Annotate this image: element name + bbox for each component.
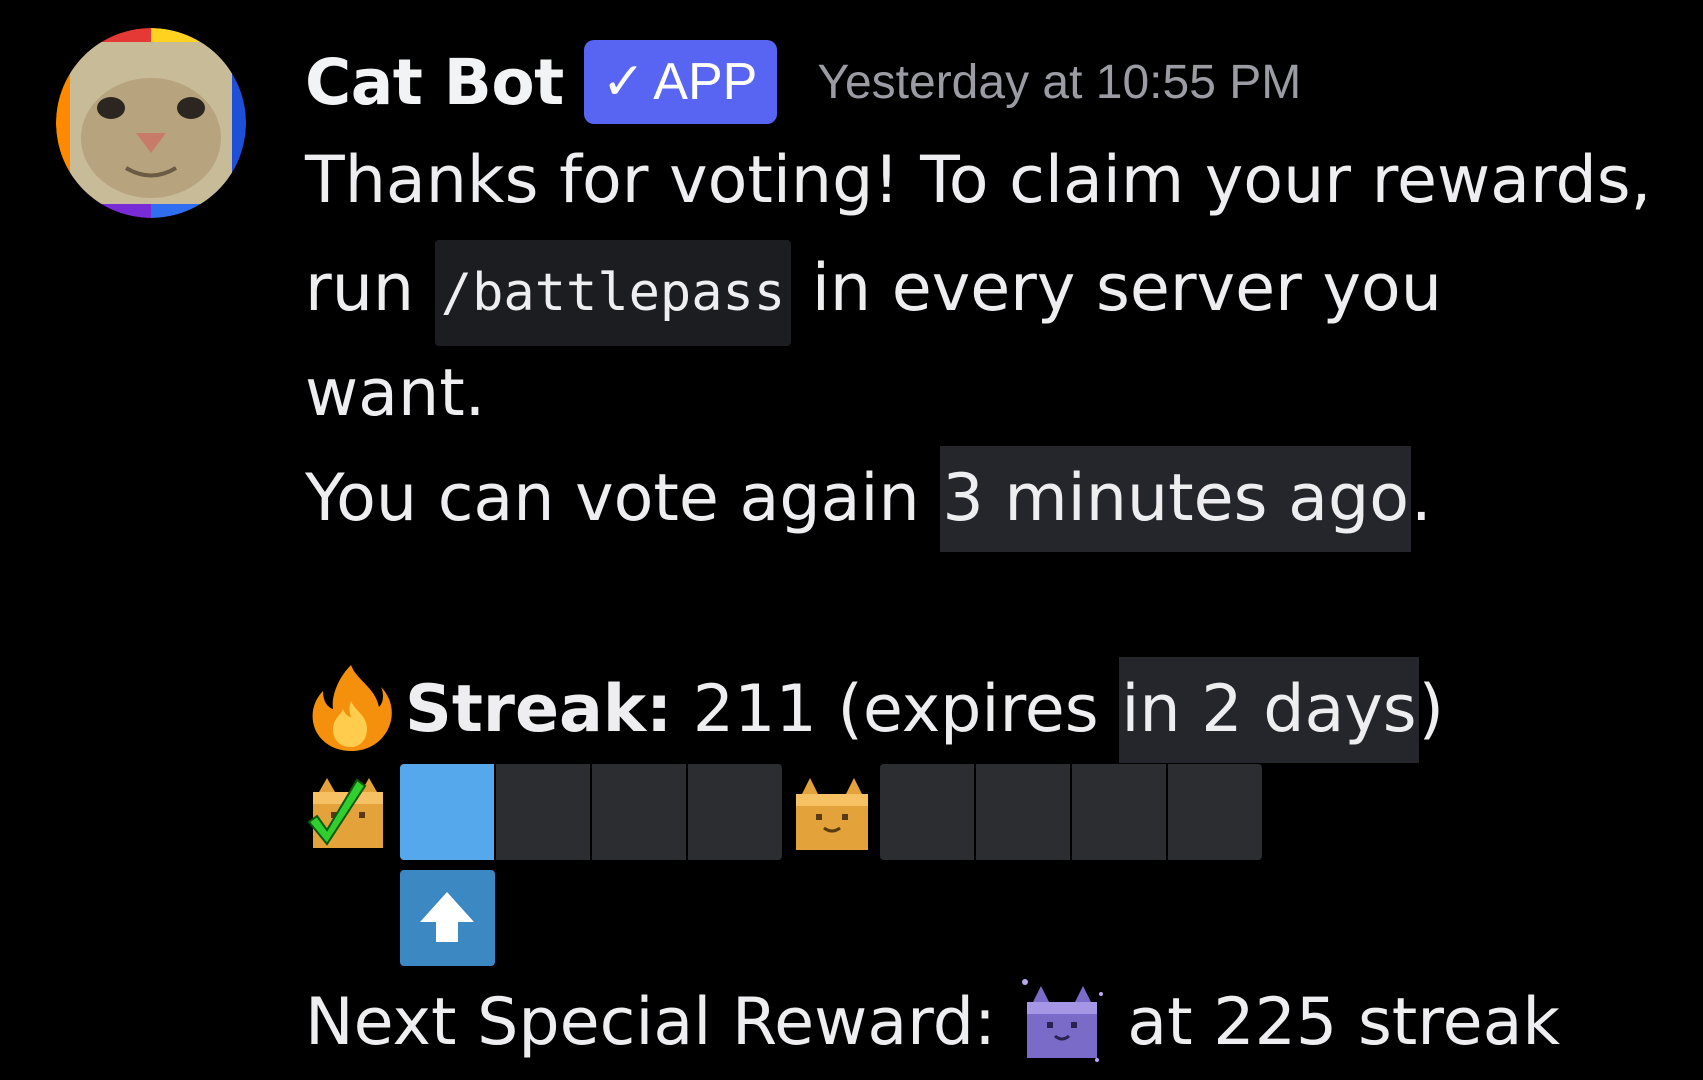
- streak-end: ): [1418, 672, 1445, 747]
- cat-face-avatar-icon: [56, 28, 246, 218]
- progress-segment-5: [880, 764, 974, 860]
- up-arrow-icon: [420, 892, 474, 942]
- progress-segment-2: [496, 764, 590, 860]
- streak-label: Streak:: [405, 672, 673, 747]
- message-line-3: want.: [305, 341, 485, 447]
- progress-segment-4: [688, 764, 782, 860]
- purple-cat-box-icon: [1017, 974, 1107, 1066]
- streak-line: Streak: 211 (expires in 2 days): [305, 657, 1444, 763]
- message-header: Cat Bot ✓ APP Yesterday at 10:55 PM: [305, 40, 1301, 124]
- message-line-2: run /battlepass in every server you: [305, 236, 1442, 346]
- relative-timestamp-vote[interactable]: 3 minutes ago: [940, 446, 1411, 552]
- progress-segment-3: [592, 764, 686, 860]
- line1-text: Thanks for voting! To claim your rewards…: [305, 143, 1652, 218]
- next-reward-prefix: Next Special Reward:: [305, 985, 1017, 1060]
- message-line-1: Thanks for voting! To claim your rewards…: [305, 128, 1651, 234]
- check-icon: ✓: [601, 53, 646, 111]
- message-timestamp[interactable]: Yesterday at 10:55 PM: [817, 55, 1301, 110]
- progress-marker: [400, 870, 495, 966]
- relative-timestamp-expires[interactable]: in 2 days: [1119, 657, 1419, 763]
- message: Cat Bot ✓ APP Yesterday at 10:55 PM Than…: [0, 0, 1703, 1080]
- avatar[interactable]: [56, 28, 246, 218]
- progress-segment-1: [400, 764, 494, 860]
- line4-suffix: .: [1411, 461, 1432, 536]
- line4-prefix: You can vote again: [305, 461, 941, 536]
- line3-text: want.: [305, 356, 486, 431]
- progress-segment-8: [1168, 764, 1262, 860]
- inline-code-command: /battlepass: [434, 240, 792, 346]
- app-badge-label: APP: [653, 53, 758, 111]
- battlepass-progress-bar: [305, 764, 1305, 862]
- progress-segment-6: [976, 764, 1070, 860]
- next-reward-line: Next Special Reward: at 225 streak: [305, 970, 1560, 1076]
- app-badge: ✓ APP: [583, 40, 778, 124]
- message-line-4: You can vote again 3 minutes ago.: [305, 446, 1432, 552]
- next-reward-suffix: at 225 streak: [1106, 985, 1561, 1060]
- line2-suffix: in every server you: [791, 251, 1442, 326]
- cat-box-checked-icon: [305, 772, 397, 854]
- author-name[interactable]: Cat Bot: [305, 46, 564, 119]
- progress-segment-7: [1072, 764, 1166, 860]
- line2-prefix: run: [305, 251, 435, 326]
- fire-icon: [305, 661, 397, 753]
- cat-box-icon: [788, 772, 878, 854]
- streak-value: 211 (expires: [672, 672, 1120, 747]
